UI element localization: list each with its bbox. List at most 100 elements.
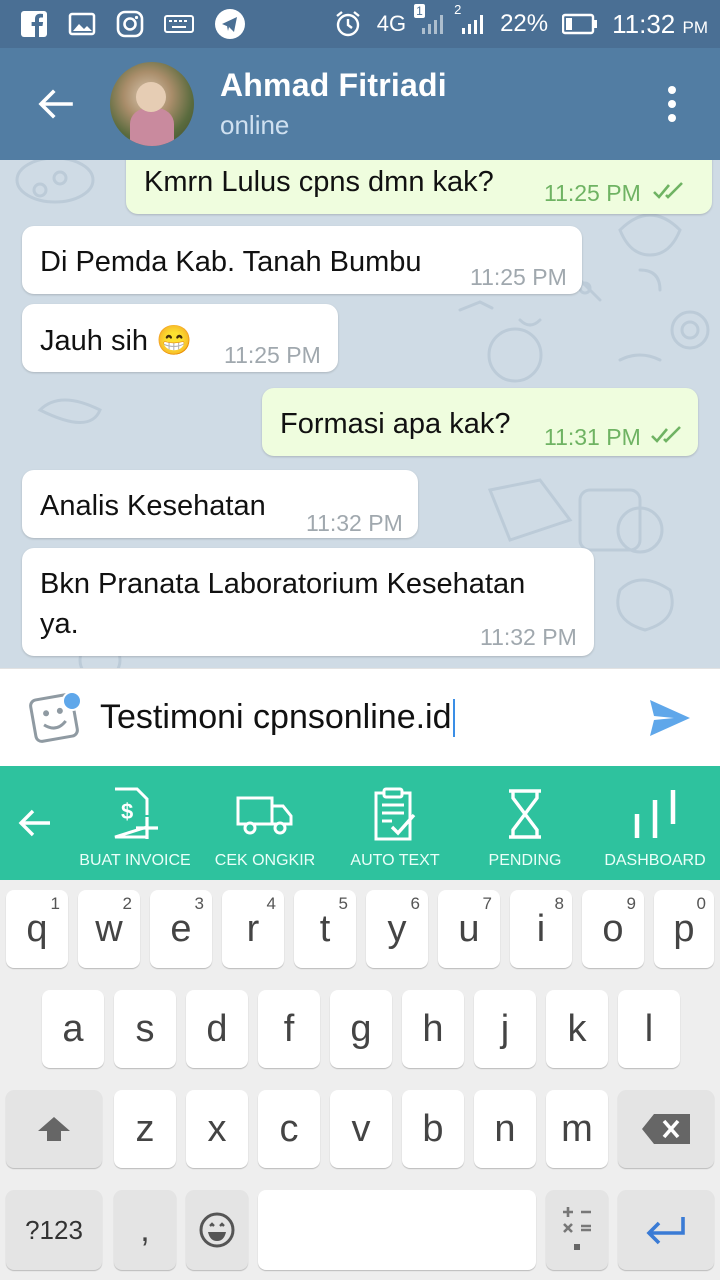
key-t[interactable]: 5t: [294, 890, 356, 968]
key-label: z: [135, 1107, 155, 1150]
key-m[interactable]: m: [546, 1090, 608, 1168]
key-j[interactable]: j: [474, 990, 536, 1068]
key-b[interactable]: b: [402, 1090, 464, 1168]
key-l[interactable]: l: [618, 990, 680, 1068]
message-bubble-incoming[interactable]: Di Pemda Kab. Tanah Bumbu 11:25 PM: [22, 226, 582, 294]
signal-sim2-icon: 2: [454, 2, 486, 36]
key-i[interactable]: 8i: [510, 890, 572, 968]
key-label: q: [26, 907, 48, 950]
comma-key[interactable]: ,: [114, 1190, 176, 1270]
more-options-button[interactable]: [624, 48, 720, 160]
send-icon: [650, 699, 690, 736]
status-bar: 4G 1 2 22% 11:32 PM: [0, 0, 720, 48]
truck-icon: [236, 784, 294, 844]
avatar[interactable]: [110, 62, 194, 146]
key-n[interactable]: n: [474, 1090, 536, 1168]
key-f[interactable]: f: [258, 990, 320, 1068]
key-u[interactable]: 7u: [438, 890, 500, 968]
message-time: 11:32 PM: [480, 624, 577, 650]
backspace-key[interactable]: [618, 1090, 714, 1168]
message-text: Jauh sih 😁: [40, 325, 193, 357]
svg-text:$: $: [121, 799, 133, 824]
message-composer: Testimoni cpnsonline.id: [0, 668, 720, 766]
key-label: a: [62, 1007, 84, 1050]
key-g[interactable]: g: [330, 990, 392, 1068]
key-label: ,: [140, 1210, 150, 1249]
key-label: p: [673, 907, 695, 950]
space-key[interactable]: [258, 1190, 536, 1270]
key-hint: 6: [410, 894, 420, 913]
key-d[interactable]: d: [186, 990, 248, 1068]
key-s[interactable]: s: [114, 990, 176, 1068]
key-h[interactable]: h: [402, 990, 464, 1068]
key-label: w: [95, 907, 123, 950]
buat-invoice-button[interactable]: $ BUAT INVOICE: [70, 766, 200, 880]
back-button[interactable]: [0, 48, 110, 160]
key-r[interactable]: 4r: [222, 890, 284, 968]
key-hint: 5: [338, 894, 348, 913]
key-label: e: [170, 907, 192, 950]
key-a[interactable]: a: [42, 990, 104, 1068]
auto-text-button[interactable]: AUTO TEXT: [330, 766, 460, 880]
message-time: 11:25 PM: [470, 264, 567, 290]
cek-ongkir-button[interactable]: CEK ONGKIR: [200, 766, 330, 880]
bar-chart-icon: [631, 784, 679, 844]
key-label: j: [500, 1007, 510, 1050]
pending-button[interactable]: PENDING: [460, 766, 590, 880]
message-text: Formasi apa kak?: [280, 408, 511, 440]
message-list[interactable]: Kmrn Lulus cpns dmn kak? 11:25 PM Di Pem…: [0, 160, 720, 668]
contact-name: Ahmad Fitriadi: [220, 67, 447, 103]
key-z[interactable]: z: [114, 1090, 176, 1168]
double-check-icon: [653, 182, 683, 199]
key-v[interactable]: v: [330, 1090, 392, 1168]
send-button[interactable]: [620, 669, 720, 767]
sim2-badge: 2: [454, 2, 462, 17]
emoji-key[interactable]: [186, 1190, 248, 1270]
shift-key[interactable]: [6, 1090, 102, 1168]
contact-info[interactable]: Ahmad Fitriadi online: [220, 67, 447, 141]
math-symbols-key[interactable]: [546, 1190, 608, 1270]
key-w[interactable]: 2w: [78, 890, 140, 968]
key-x[interactable]: x: [186, 1090, 248, 1168]
message-time: 11:25 PM: [224, 342, 321, 368]
key-hint: 9: [626, 894, 636, 913]
key-k[interactable]: k: [546, 990, 608, 1068]
battery-percent: 22%: [500, 10, 549, 37]
message-bubble-incoming[interactable]: Bkn Pranata Laboratorium Kesehatan ya. 1…: [22, 548, 594, 656]
sticker-button[interactable]: [0, 669, 100, 767]
key-label: x: [207, 1107, 227, 1150]
invoice-add-icon: $: [109, 784, 161, 844]
message-input[interactable]: Testimoni cpnsonline.id: [100, 688, 620, 748]
key-e[interactable]: 3e: [150, 890, 212, 968]
dashboard-button[interactable]: DASHBOARD: [590, 766, 720, 880]
key-y[interactable]: 6y: [366, 890, 428, 968]
message-bubble-incoming[interactable]: Jauh sih 😁 11:25 PM: [22, 304, 338, 372]
message-text: Analis Kesehatan: [40, 490, 266, 522]
key-p[interactable]: 0p: [654, 890, 714, 968]
more-vert-icon: [668, 86, 676, 122]
key-label: o: [602, 907, 624, 950]
message-bubble-outgoing[interactable]: Kmrn Lulus cpns dmn kak? 11:25 PM: [126, 160, 712, 214]
key-q[interactable]: 1q: [6, 890, 68, 968]
message-input-text: Testimoni cpnsonline.id: [100, 698, 452, 736]
toolbar-label: CEK ONGKIR: [214, 852, 316, 869]
key-hint: 3: [194, 894, 204, 913]
key-label: h: [422, 1007, 444, 1050]
arrow-left-icon: [38, 89, 73, 119]
message-bubble-incoming[interactable]: Analis Kesehatan 11:32 PM: [22, 470, 418, 538]
toolbar-label: PENDING: [488, 852, 562, 869]
key-o[interactable]: 9o: [582, 890, 644, 968]
toolbar-back-button[interactable]: [0, 766, 70, 880]
message-time: 11:25 PM: [544, 180, 641, 206]
gallery-icon: [68, 12, 96, 36]
symbols-key[interactable]: ?123: [6, 1190, 102, 1270]
keyboard-icon: [164, 14, 194, 34]
emoji-icon: [199, 1212, 235, 1248]
message-bubble-outgoing[interactable]: Formasi apa kak? 11:31 PM: [262, 388, 698, 456]
soft-keyboard: 1q 2w 3e 4r 5t 6y 7u 8i 9o 0p a s d f g …: [0, 880, 720, 1280]
key-label: b: [422, 1107, 444, 1150]
arrow-left-icon: [18, 809, 50, 837]
message-text-line2: ya.: [40, 608, 79, 640]
enter-key[interactable]: [618, 1190, 714, 1270]
key-c[interactable]: c: [258, 1090, 320, 1168]
